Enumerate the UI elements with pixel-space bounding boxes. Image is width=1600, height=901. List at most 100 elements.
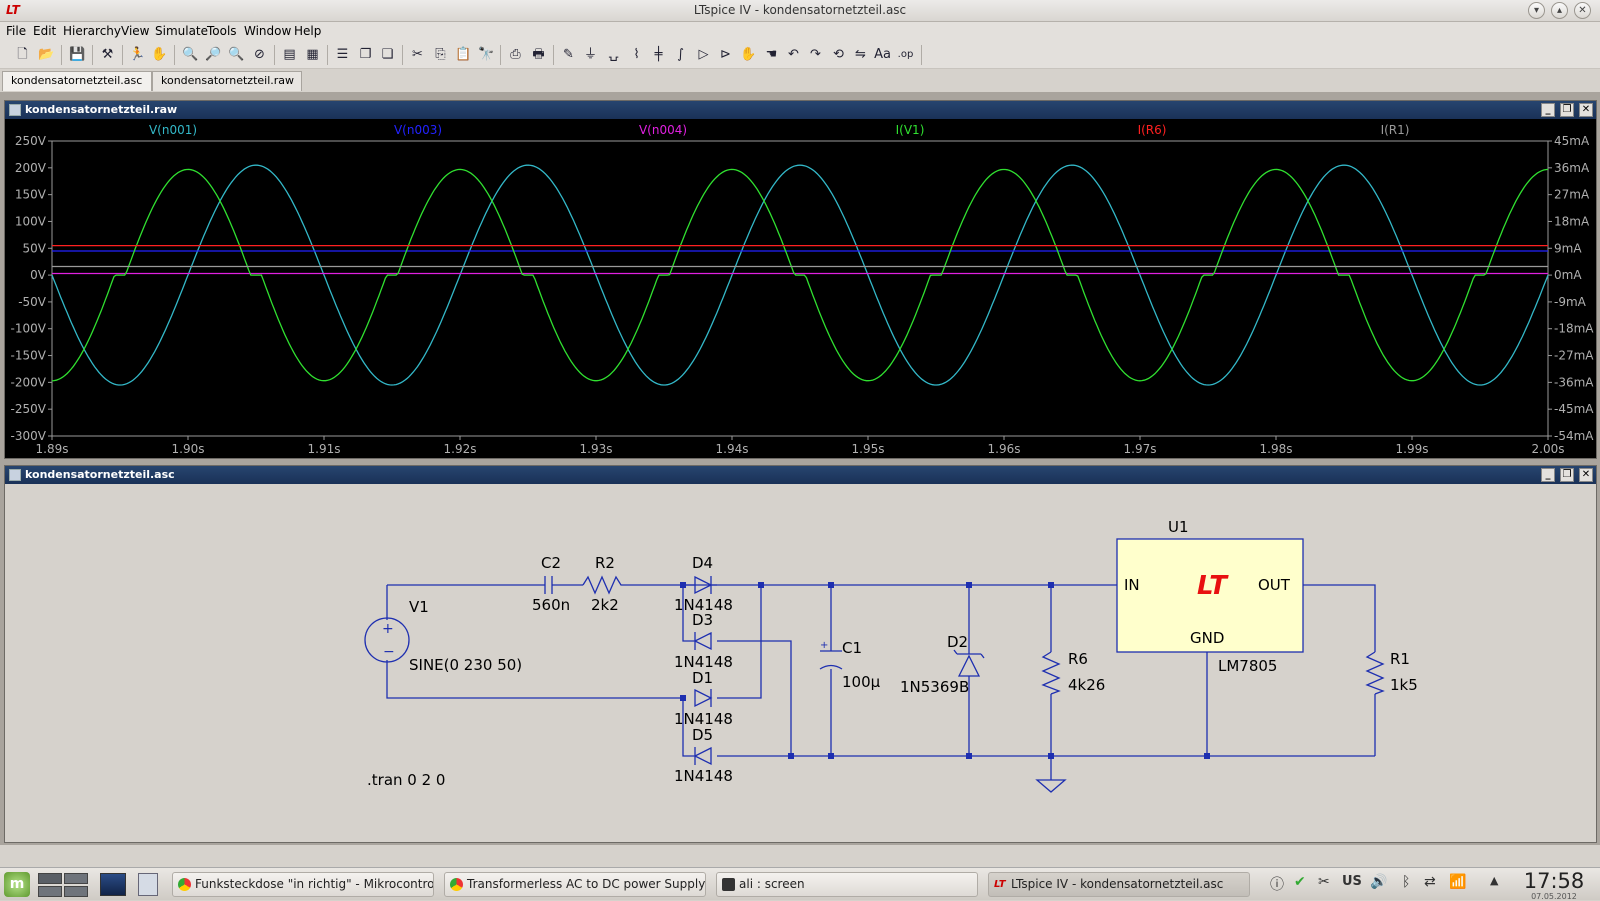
autorange-icon[interactable]: ▤ [280,45,299,64]
menu-edit[interactable]: Edit [33,24,56,38]
menu-hierarchy[interactable]: Hierarchy [63,24,121,38]
close-icon[interactable]: ✕ [1579,103,1593,117]
menu-window[interactable]: Window [244,24,291,38]
run-icon[interactable]: 🏃 [128,45,147,64]
trace-label[interactable]: I(R1) [1381,123,1410,137]
menu-simulate[interactable]: Simulate [155,24,208,38]
r2-resistor-icon[interactable] [582,575,625,595]
close-icon[interactable]: ✕ [1579,468,1593,482]
workspace-1-icon[interactable] [38,873,62,884]
menu-help[interactable]: Help [294,24,321,38]
restore-icon[interactable]: ❐ [1560,103,1574,117]
rotate-icon[interactable]: ⟲ [829,45,848,64]
minimize-icon[interactable]: _ [1541,103,1555,117]
trace-label[interactable]: I(R6) [1138,123,1167,137]
minimize-icon[interactable]: ▾ [1528,2,1545,19]
spice-directive[interactable]: .tran 0 2 0 [367,771,445,789]
tile-horizontal-icon[interactable]: ☰ [333,45,352,64]
find-icon[interactable]: 🔭 [477,45,496,64]
ground-icon[interactable]: ⏚ [581,45,600,64]
minimize-icon[interactable]: _ [1541,468,1555,482]
diode-icon[interactable]: ▷ [694,45,713,64]
label-net-icon[interactable]: ⍽ [604,45,623,64]
d1-diode-icon[interactable] [694,688,713,708]
menu-view[interactable]: View [121,24,149,38]
halt-icon[interactable]: ✋ [150,45,169,64]
paste-icon[interactable]: 📋 [454,45,473,64]
component-icon[interactable]: ⊳ [716,45,735,64]
network-icon[interactable]: 📶 [1449,874,1466,890]
save-icon[interactable]: 💾 [68,45,87,64]
zoom-in-icon[interactable]: 🔍 [181,45,200,64]
task-ltspice[interactable]: LT LTspice IV - kondensatornetzteil.asc [988,872,1250,897]
tab-schematic[interactable]: kondensatornetzteil.asc [2,71,152,91]
print-preview-icon[interactable]: ⎙ [506,45,525,64]
start-menu-icon[interactable]: m [4,872,30,897]
undo-icon[interactable]: ↶ [784,45,803,64]
pan-icon[interactable]: 🔎 [204,45,223,64]
trace-label[interactable]: V(n001) [149,123,197,137]
cut-icon[interactable]: ✂ [408,45,427,64]
move-icon[interactable]: ✋ [739,45,758,64]
y-right-tick-label: -27mA [1554,349,1594,363]
r1-resistor-icon[interactable] [1365,651,1385,695]
control-panel-icon[interactable]: ⚒ [98,45,117,64]
open-icon[interactable]: 📂 [37,45,56,64]
tab-waveform[interactable]: kondensatornetzteil.raw [152,71,302,91]
info-icon[interactable]: ⓘ [1270,874,1284,894]
redo-icon[interactable]: ↷ [806,45,825,64]
ground-icon[interactable] [1035,779,1067,793]
menu-file[interactable]: File [6,24,26,38]
workspace-3-icon[interactable] [38,886,62,897]
volume-icon[interactable]: 🔊 [1370,874,1387,890]
r6-resistor-icon[interactable] [1041,651,1061,695]
cascade-icon[interactable]: ❐ [356,45,375,64]
task-chrome-1[interactable]: Funksteckdose "in richtig" - Mikrocontro… [172,872,434,897]
workspace-2-icon[interactable] [64,873,88,884]
trace-label[interactable]: V(n003) [394,123,442,137]
show-desktop-icon[interactable] [100,873,126,896]
print-icon[interactable]: 🖶 [529,45,548,64]
waveform-plot[interactable]: V(n001) V(n003) V(n004) I(V1) I(R6) I(R1) 250… [5,119,1596,458]
y-tick-label: -300V [11,429,47,443]
d3-diode-icon[interactable] [693,631,712,651]
text-icon[interactable]: Aa [873,45,892,64]
spice-directive-icon[interactable]: .op [896,45,915,64]
schematic-canvas[interactable]: + − + LT V1 SINE(0 230 50) C2 560n R2 2k… [5,484,1596,842]
zoom-out-icon[interactable]: 🔍 [227,45,246,64]
task-chrome-2[interactable]: Transformerless AC to DC power Supply - … [444,872,706,897]
tray-expand-icon[interactable]: ▲ [1490,874,1498,887]
close-icon[interactable]: ✕ [1574,2,1591,19]
usb-icon[interactable]: ⇄ [1424,874,1436,890]
restore-icon[interactable]: ❐ [1560,468,1574,482]
mirror-icon[interactable]: ⇋ [851,45,870,64]
capacitor-icon[interactable]: ╪ [649,45,668,64]
zoom-fit-icon[interactable]: ⊘ [250,45,269,64]
bluetooth-icon[interactable]: ᛒ [1402,874,1410,890]
drag-icon[interactable]: ☚ [762,45,781,64]
file-manager-icon[interactable] [138,873,158,896]
clock[interactable]: 17:58 07.05.2012 [1512,869,1596,901]
new-schematic-icon[interactable]: 🗋 [13,45,32,64]
trace-label[interactable]: I(V1) [896,123,925,137]
maximize-icon[interactable]: ▴ [1551,2,1568,19]
copy-icon[interactable]: ⎘ [431,45,450,64]
shield-icon[interactable]: ✔ [1294,874,1306,890]
d5-diode-icon[interactable] [693,746,712,766]
separator [92,45,93,65]
task-terminal[interactable]: ali : screen [716,872,978,897]
d2-zener-icon[interactable] [953,649,985,677]
draw-wire-icon[interactable]: ✎ [559,45,578,64]
x-tick-label: 1.89s [36,442,69,456]
c1-capacitor-icon[interactable] [819,650,843,670]
trace-label[interactable]: V(n004) [639,123,687,137]
tools-icon[interactable]: ✂ [1318,874,1330,890]
c2-capacitor-icon[interactable] [544,576,553,594]
resistor-icon[interactable]: ⌇ [627,45,646,64]
keyboard-layout[interactable]: US [1342,874,1362,889]
inductor-icon[interactable]: ∫ [671,45,690,64]
menu-tools[interactable]: Tools [207,24,237,38]
workspace-4-icon[interactable] [64,886,88,897]
tile-vertical-icon[interactable]: ❏ [378,45,397,64]
grid-icon[interactable]: ▦ [303,45,322,64]
